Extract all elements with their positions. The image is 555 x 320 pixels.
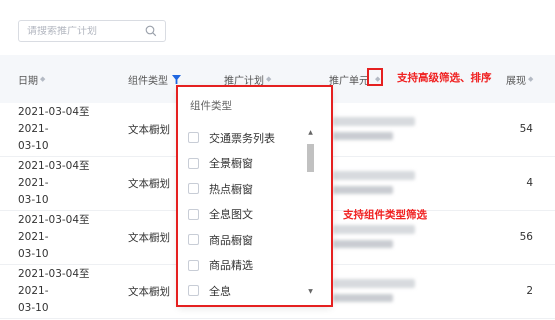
blurred-content: [333, 117, 415, 126]
exposure-cell: 4: [526, 177, 533, 189]
type-cell: 文本橱划: [128, 231, 170, 244]
blurred-content: [333, 132, 393, 140]
sort-icon[interactable]: ◆: [528, 75, 533, 83]
blurred-content: [333, 171, 415, 180]
type-cell: 文本橱划: [128, 177, 170, 190]
date-line: 03-10: [18, 247, 49, 260]
type-cell: 文本橱划: [128, 285, 170, 298]
blurred-content: [333, 225, 415, 234]
date-line: 2021-03-04至2021-: [18, 105, 90, 135]
blurred-content: [333, 240, 393, 248]
column-component-type: 组件类型: [128, 55, 181, 103]
type-cell: 文本橱划: [128, 123, 170, 136]
blurred-content: [333, 294, 393, 302]
date-cell: 2021-03-04至2021- 03-10: [18, 103, 118, 155]
sort-annotation: 支持高级筛选、排序: [397, 72, 492, 84]
search-input[interactable]: [27, 25, 145, 37]
exposure-cell: 2: [526, 285, 533, 297]
search-icon[interactable]: [145, 25, 157, 37]
date-cell: 2021-03-04至2021- 03-10: [18, 157, 118, 209]
date-cell: 2021-03-04至2021- 03-10: [18, 265, 118, 317]
search-box[interactable]: [18, 20, 166, 42]
date-line: 03-10: [18, 301, 49, 314]
column-date[interactable]: 日期 ◆: [18, 55, 45, 103]
column-unit-label: 推广单元: [329, 75, 369, 87]
date-line: 2021-03-04至2021-: [18, 213, 90, 243]
date-line: 03-10: [18, 193, 49, 206]
filter-icon[interactable]: [172, 74, 181, 84]
date-line: 2021-03-04至2021-: [18, 267, 90, 297]
filter-annotation: 支持组件类型筛选: [343, 209, 427, 221]
blurred-content: [333, 186, 393, 194]
date-line: 2021-03-04至2021-: [18, 159, 90, 189]
exposure-cell: 56: [519, 231, 533, 243]
column-component-type-label: 组件类型: [128, 75, 168, 87]
filter-highlight-box: [176, 85, 333, 307]
blurred-content: [333, 279, 415, 288]
exposure-cell: 54: [519, 123, 533, 135]
sort-icon[interactable]: ◆: [266, 75, 271, 83]
date-line: 03-10: [18, 139, 49, 152]
column-exposure-label: 展现: [506, 75, 526, 87]
sort-icon[interactable]: ◆: [40, 75, 45, 83]
sort-highlight-box: [367, 68, 383, 86]
date-cell: 2021-03-04至2021- 03-10: [18, 211, 118, 263]
column-date-label: 日期: [18, 75, 38, 87]
column-exposure[interactable]: 展现 ◆: [506, 55, 533, 103]
